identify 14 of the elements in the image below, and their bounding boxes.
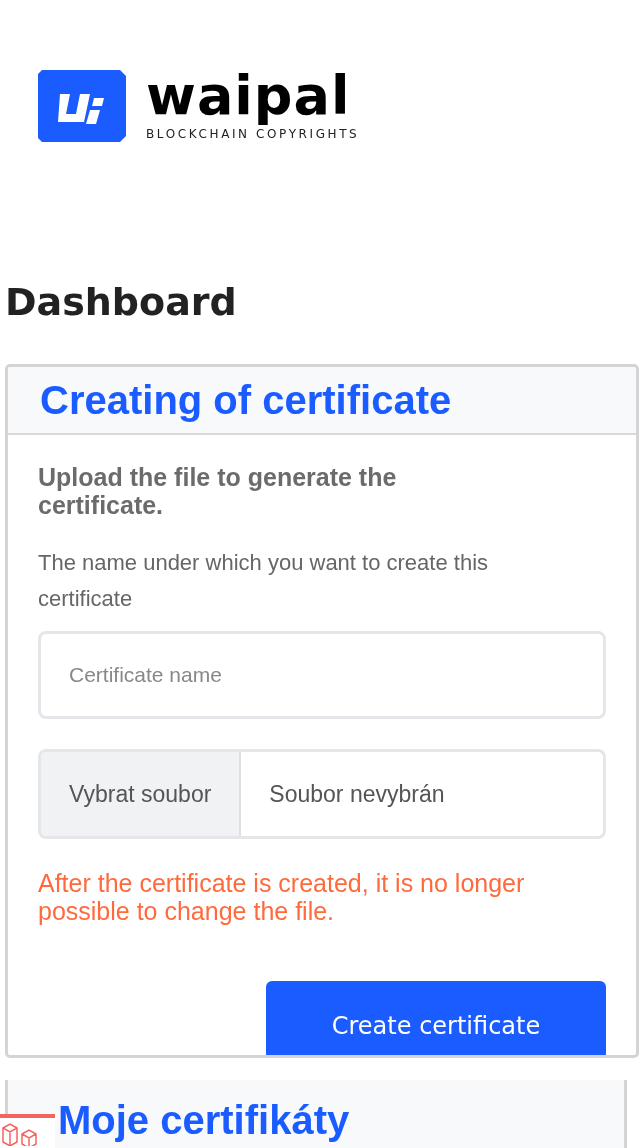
card-title: Creating of certificate — [40, 377, 452, 424]
card-subtitle: Upload the file to generate the certificate. — [38, 463, 398, 519]
page-title: Dashboard — [5, 279, 238, 326]
debug-toolbar-button[interactable] — [0, 1114, 55, 1148]
file-field[interactable]: Vybrat soubor Soubor nevybrán — [38, 749, 606, 839]
field-label: The name under which you want to create this certificate — [38, 549, 490, 613]
file-status: Soubor nevybrán — [268, 779, 446, 809]
card-title: Moje certifikáty — [58, 1098, 350, 1142]
warning-text: After the certificate is created, it is no longer possible to change the file. — [38, 869, 526, 925]
logo-tagline: BLOCKCHAIN COPYRIGHTS — [146, 126, 360, 142]
create-certificate-button[interactable]: Create certificate — [266, 981, 606, 1055]
logo-icon — [38, 70, 126, 142]
certificate-name-field[interactable]: Certificate name — [38, 631, 606, 719]
choose-file-button[interactable]: Vybrat soubor — [41, 752, 242, 836]
